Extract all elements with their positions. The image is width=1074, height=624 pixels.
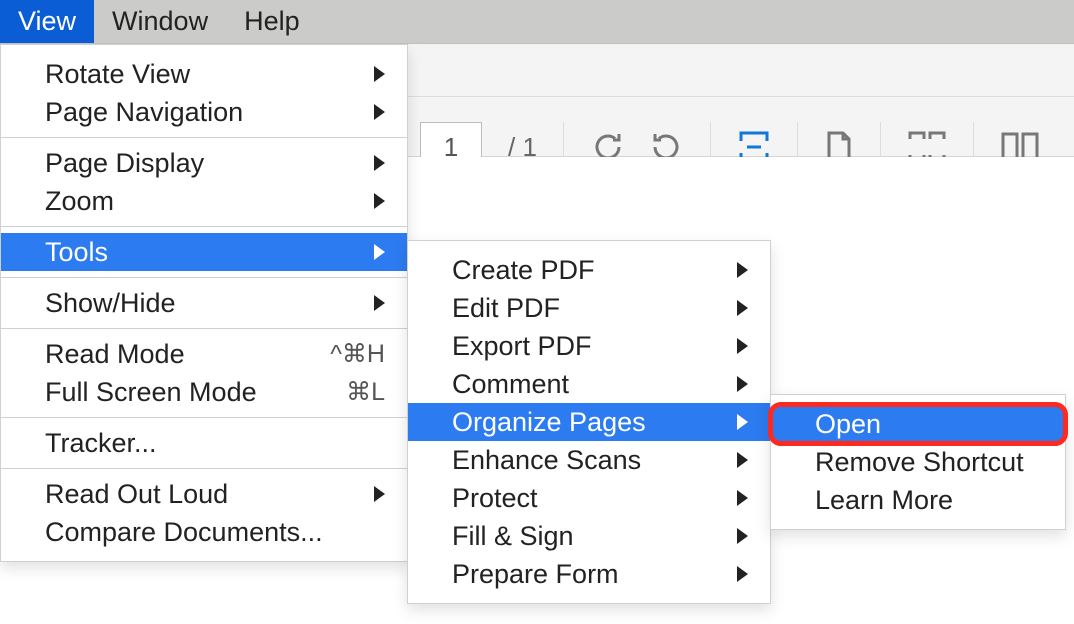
- menu-item-shortcut: ⌘L: [346, 377, 385, 407]
- menu-item-zoom[interactable]: Zoom: [1, 182, 407, 220]
- menu-item-label: Export PDF: [452, 331, 748, 362]
- menubar-item-view[interactable]: View: [0, 0, 94, 43]
- menu-item-read-mode[interactable]: Read Mode ^⌘H: [1, 335, 407, 373]
- menubar-item-help[interactable]: Help: [226, 0, 318, 43]
- menu-item-create-pdf[interactable]: Create PDF: [408, 251, 770, 289]
- menu-item-edit-pdf[interactable]: Edit PDF: [408, 289, 770, 327]
- menu-item-label: Remove Shortcut: [815, 447, 1043, 478]
- menu-item-read-out-loud[interactable]: Read Out Loud: [1, 475, 407, 513]
- menu-item-label: Tools: [45, 237, 385, 268]
- menu-item-open[interactable]: Open: [771, 405, 1065, 443]
- menu-item-enhance-scans[interactable]: Enhance Scans: [408, 441, 770, 479]
- menu-separator: [1, 328, 407, 329]
- menu-item-label: Show/Hide: [45, 288, 385, 319]
- menu-item-label: Rotate View: [45, 59, 385, 90]
- menu-item-label: Protect: [452, 483, 748, 514]
- menubar: View Window Help: [0, 0, 1074, 44]
- menu-separator: [1, 417, 407, 418]
- menu-item-rotate-view[interactable]: Rotate View: [1, 55, 407, 93]
- menu-item-label: Edit PDF: [452, 293, 748, 324]
- menu-item-label: Read Mode: [45, 339, 310, 370]
- menu-item-label: Page Navigation: [45, 97, 385, 128]
- menu-item-page-navigation[interactable]: Page Navigation: [1, 93, 407, 131]
- menu-item-label: Page Display: [45, 148, 385, 179]
- menu-item-compare-documents[interactable]: Compare Documents...: [1, 513, 407, 551]
- menu-item-fill-sign[interactable]: Fill & Sign: [408, 517, 770, 555]
- menu-item-protect[interactable]: Protect: [408, 479, 770, 517]
- menu-item-label: Read Out Loud: [45, 479, 385, 510]
- menu-item-full-screen[interactable]: Full Screen Mode ⌘L: [1, 373, 407, 411]
- menu-item-label: Zoom: [45, 186, 385, 217]
- menu-separator: [1, 277, 407, 278]
- menu-item-label: Learn More: [815, 485, 1043, 516]
- tools-submenu: Create PDF Edit PDF Export PDF Comment O…: [407, 240, 771, 604]
- organize-pages-submenu: Open Remove Shortcut Learn More: [770, 394, 1066, 530]
- menu-item-label: Comment: [452, 369, 748, 400]
- menu-item-label: Create PDF: [452, 255, 748, 286]
- menu-separator: [1, 468, 407, 469]
- menubar-item-window[interactable]: Window: [94, 0, 226, 43]
- menu-item-label: Organize Pages: [452, 407, 748, 438]
- menu-item-comment[interactable]: Comment: [408, 365, 770, 403]
- menu-item-shortcut: ^⌘H: [330, 339, 385, 369]
- menu-separator: [1, 226, 407, 227]
- menu-item-label: Compare Documents...: [45, 517, 385, 548]
- menu-item-page-display[interactable]: Page Display: [1, 144, 407, 182]
- menu-item-label: Tracker...: [45, 428, 385, 459]
- menu-item-organize-pages[interactable]: Organize Pages: [408, 403, 770, 441]
- menu-item-learn-more[interactable]: Learn More: [771, 481, 1065, 519]
- menu-item-export-pdf[interactable]: Export PDF: [408, 327, 770, 365]
- menu-item-label: Prepare Form: [452, 559, 748, 590]
- menu-item-remove-shortcut[interactable]: Remove Shortcut: [771, 443, 1065, 481]
- menu-item-show-hide[interactable]: Show/Hide: [1, 284, 407, 322]
- menu-item-tracker[interactable]: Tracker...: [1, 424, 407, 462]
- menu-item-label: Open: [815, 409, 1043, 440]
- menu-separator: [1, 137, 407, 138]
- menu-item-label: Enhance Scans: [452, 445, 748, 476]
- menu-item-prepare-form[interactable]: Prepare Form: [408, 555, 770, 593]
- menu-item-tools[interactable]: Tools: [1, 233, 407, 271]
- menu-item-label: Full Screen Mode: [45, 377, 326, 408]
- menu-item-label: Fill & Sign: [452, 521, 748, 552]
- view-menu: Rotate View Page Navigation Page Display…: [0, 44, 408, 562]
